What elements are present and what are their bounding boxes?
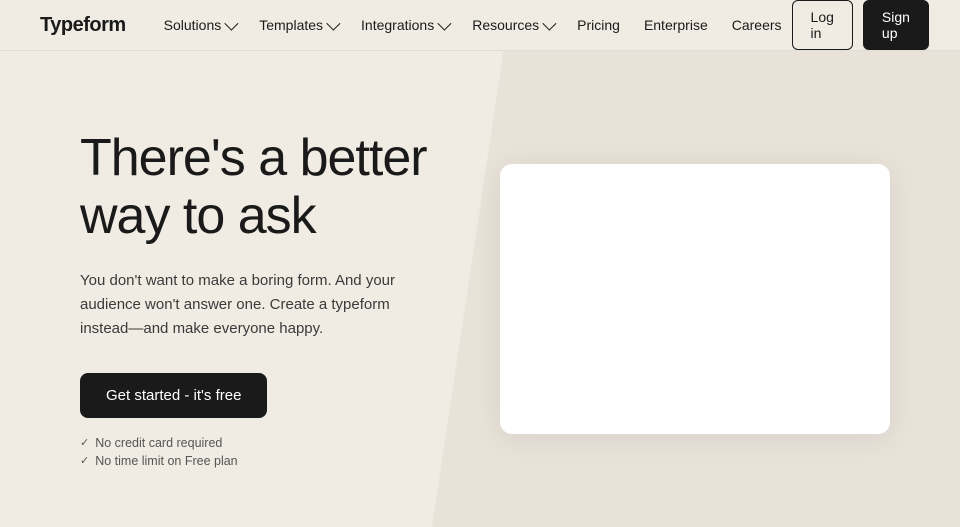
nav-right: Log in Sign up (792, 0, 929, 50)
cta-button[interactable]: Get started - it's free (80, 373, 267, 418)
hero-check-item: ✓No credit card required (80, 436, 500, 450)
nav-link-careers[interactable]: Careers (722, 11, 792, 39)
hero-content: There's a better way to ask You don't wa… (80, 130, 500, 467)
chevron-down-icon (438, 17, 452, 31)
hero-description: You don't want to make a boring form. An… (80, 269, 420, 341)
logo[interactable]: Typeform (40, 14, 126, 37)
chevron-down-icon (542, 17, 556, 31)
login-button[interactable]: Log in (792, 0, 853, 50)
hero-checks-list: ✓No credit card required ✓No time limit o… (80, 436, 500, 468)
hero-visual-card (500, 164, 890, 434)
chevron-down-icon (326, 17, 340, 31)
nav-link-solutions[interactable]: Solutions (154, 11, 246, 39)
checkmark-icon: ✓ (80, 436, 89, 449)
navbar: Typeform SolutionsTemplatesIntegrationsR… (0, 0, 960, 51)
chevron-down-icon (225, 17, 239, 31)
nav-link-templates[interactable]: Templates (249, 11, 347, 39)
nav-links: SolutionsTemplatesIntegrationsResourcesP… (154, 11, 792, 39)
nav-link-pricing[interactable]: Pricing (567, 11, 630, 39)
hero-check-item: ✓No time limit on Free plan (80, 454, 500, 468)
hero-section: There's a better way to ask You don't wa… (0, 51, 960, 527)
nav-link-enterprise[interactable]: Enterprise (634, 11, 718, 39)
nav-link-integrations[interactable]: Integrations (351, 11, 458, 39)
nav-link-resources[interactable]: Resources (462, 11, 563, 39)
checkmark-icon: ✓ (80, 454, 89, 467)
signup-button[interactable]: Sign up (863, 0, 929, 50)
hero-title: There's a better way to ask (80, 130, 500, 244)
nav-left: Typeform SolutionsTemplatesIntegrationsR… (40, 11, 792, 39)
